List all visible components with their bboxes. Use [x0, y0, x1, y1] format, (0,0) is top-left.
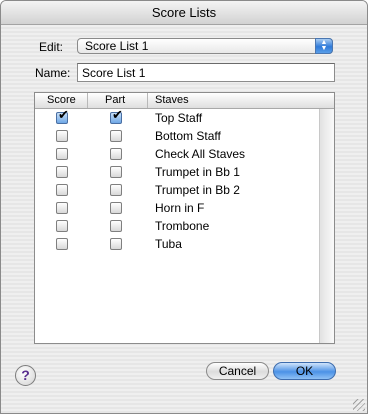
part-checkbox[interactable]: ✔ [110, 108, 123, 124]
score-checkbox[interactable] [56, 130, 68, 142]
name-field[interactable] [77, 63, 335, 82]
staves-table: Score Part Staves ✔ ✔ Top Staff Bottom Staf… [34, 92, 335, 344]
edit-popup-value: Score List 1 [85, 39, 149, 53]
staff-name: Trumpet in Bb 2 [155, 183, 240, 197]
table-row: Check All Staves [35, 146, 319, 164]
column-header-staves-label: Staves [155, 94, 189, 106]
part-checkbox[interactable] [110, 166, 122, 178]
help-button[interactable]: ? [15, 365, 36, 386]
table-row: ✔ ✔ Top Staff [35, 108, 319, 128]
window-title: Score Lists [1, 1, 367, 25]
ok-button[interactable]: OK [273, 362, 336, 380]
column-header-score[interactable]: Score [47, 93, 76, 108]
table-row: Bottom Staff [35, 128, 319, 146]
column-header-part-label: Part [105, 94, 126, 106]
table-row: Trombone [35, 218, 319, 236]
checkmark-icon: ✔ [58, 107, 69, 122]
part-checkbox[interactable] [110, 238, 122, 250]
score-checkbox[interactable] [56, 220, 68, 232]
score-checkbox[interactable] [56, 238, 68, 250]
column-header-staves[interactable]: Staves [147, 93, 320, 108]
staff-name: Trumpet in Bb 1 [155, 165, 240, 179]
score-lists-dialog: Score Lists Edit: Score List 1 ▲ ▼ Name: … [0, 0, 368, 414]
column-header-part[interactable]: Part [87, 93, 148, 108]
score-checkbox[interactable] [56, 202, 68, 214]
part-checkbox[interactable] [110, 130, 122, 142]
score-checkbox[interactable] [56, 184, 68, 196]
cancel-button[interactable]: Cancel [206, 362, 269, 380]
table-row: Tuba [35, 236, 319, 254]
staff-name: Top Staff [155, 111, 203, 125]
vertical-scrollbar[interactable] [319, 109, 334, 343]
name-label: Name: [35, 66, 71, 80]
table-row: Horn in F [35, 200, 319, 218]
table-row: Trumpet in Bb 2 [35, 182, 319, 200]
checkmark-icon: ✔ [112, 107, 123, 122]
resize-grip[interactable] [353, 399, 365, 411]
score-checkbox[interactable] [56, 166, 68, 178]
staff-name: Tuba [155, 237, 182, 251]
edit-label: Edit: [39, 40, 64, 54]
part-checkbox[interactable] [110, 148, 122, 160]
part-checkbox[interactable] [110, 202, 122, 214]
table-header: Score Part Staves [35, 93, 334, 109]
part-checkbox[interactable] [110, 220, 122, 232]
staff-name: Bottom Staff [155, 129, 221, 143]
staff-name: Horn in F [155, 201, 205, 215]
staff-name: Check All Staves [155, 147, 246, 161]
score-checkbox[interactable]: ✔ [56, 108, 69, 124]
popup-arrows-icon: ▲ ▼ [315, 38, 333, 54]
staff-name: Trombone [155, 219, 210, 233]
table-row: Trumpet in Bb 1 [35, 164, 319, 182]
part-checkbox[interactable] [110, 184, 122, 196]
score-checkbox[interactable] [56, 148, 68, 160]
edit-popup[interactable]: Score List 1 ▲ ▼ [77, 38, 333, 54]
